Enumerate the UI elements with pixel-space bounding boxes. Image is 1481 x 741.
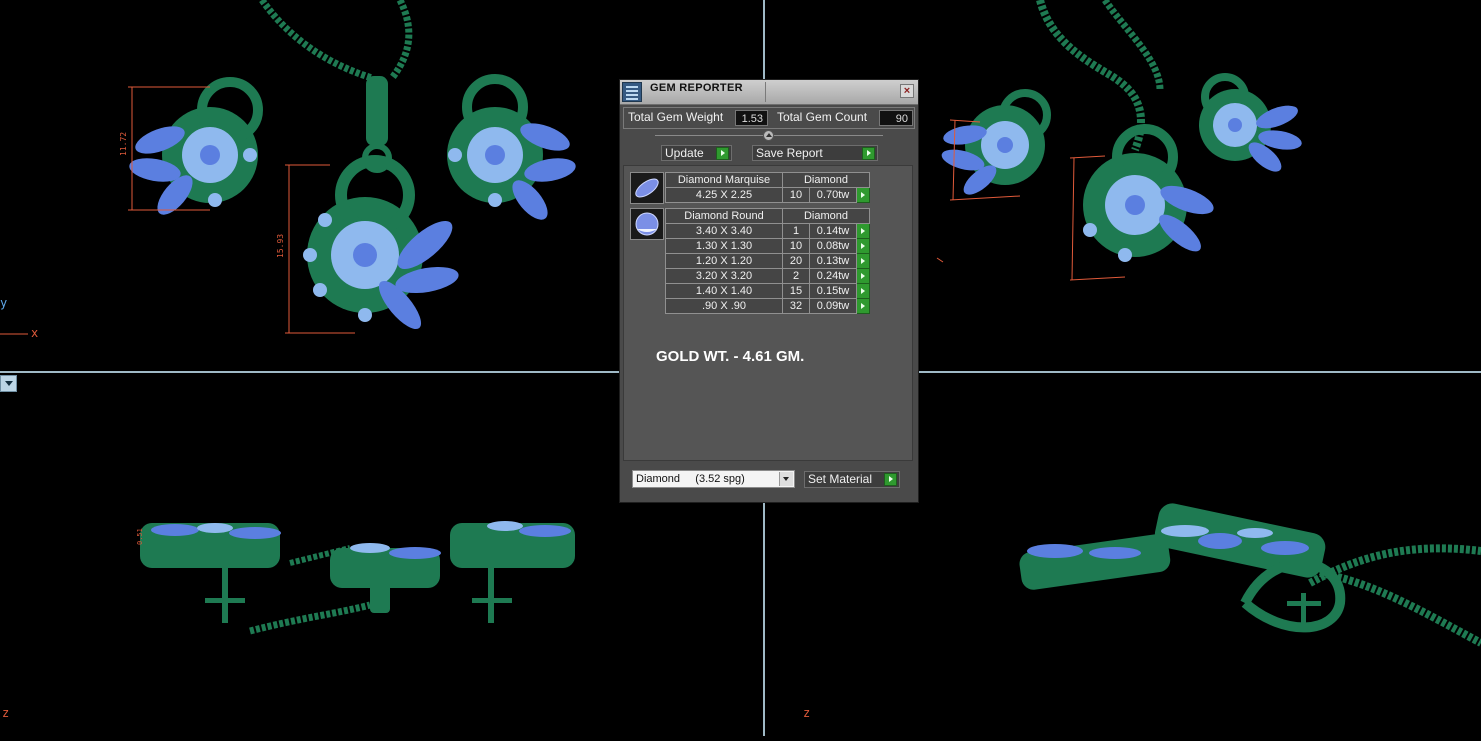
dimension-label-2: 15.93 bbox=[276, 234, 285, 258]
play-icon bbox=[861, 273, 865, 279]
table-row[interactable]: 3.20 X 3.20 2 0.24tw bbox=[665, 268, 870, 284]
gem-weight-cell: 0.24tw bbox=[809, 268, 857, 284]
row-go-button[interactable] bbox=[856, 253, 870, 269]
row-go-button[interactable] bbox=[856, 238, 870, 254]
save-report-button-label: Save Report bbox=[756, 146, 823, 160]
update-button-label: Update bbox=[665, 146, 704, 160]
table-row[interactable]: 1.20 X 1.20 20 0.13tw bbox=[665, 253, 870, 269]
row-go-button[interactable] bbox=[856, 223, 870, 239]
gem-weight-cell: 0.08tw bbox=[809, 238, 857, 254]
gem-weight-cell: 0.15tw bbox=[809, 283, 857, 299]
gem-count-cell: 10 bbox=[782, 187, 810, 203]
gem-count-cell: 2 bbox=[782, 268, 810, 284]
gem-group-table-marquise: Diamond Marquise Diamond 4.25 X 2.25 10 … bbox=[665, 172, 870, 203]
gem-size-cell: 3.20 X 3.20 bbox=[665, 268, 783, 284]
row-go-button[interactable] bbox=[856, 187, 870, 203]
collapse-toggle[interactable] bbox=[763, 130, 774, 141]
title-separator bbox=[765, 82, 766, 102]
marquise-gem-thumbnail[interactable] bbox=[630, 172, 664, 204]
chevron-down-icon bbox=[779, 472, 793, 486]
table-row[interactable]: 1.30 X 1.30 10 0.08tw bbox=[665, 238, 870, 254]
row-go-button[interactable] bbox=[856, 268, 870, 284]
table-header-row: Diamond Round Diamond bbox=[665, 208, 870, 224]
table-row[interactable]: 3.40 X 3.40 1 0.14tw bbox=[665, 223, 870, 239]
axis-x-label: x bbox=[31, 326, 39, 340]
play-icon bbox=[861, 228, 865, 234]
gem-size-cell: 4.25 X 2.25 bbox=[665, 187, 783, 203]
axis-z-label: z bbox=[2, 706, 10, 720]
gem-size-cell: 1.20 X 1.20 bbox=[665, 253, 783, 269]
axis-y-label: y bbox=[0, 296, 8, 310]
gem-size-cell: .90 X .90 bbox=[665, 298, 783, 314]
total-gem-count-value: 90 bbox=[879, 110, 913, 126]
table-row[interactable]: 4.25 X 2.25 10 0.70tw bbox=[665, 187, 870, 203]
play-icon bbox=[861, 192, 865, 198]
gem-count-cell: 15 bbox=[782, 283, 810, 299]
gem-shape-header: Diamond Marquise bbox=[665, 172, 783, 188]
gem-weight-cell: 0.13tw bbox=[809, 253, 857, 269]
table-header-row: Diamond Marquise Diamond bbox=[665, 172, 870, 188]
total-gem-weight-label: Total Gem Weight bbox=[628, 110, 724, 124]
update-button[interactable]: Update bbox=[661, 145, 732, 161]
gem-report-panel: Diamond Marquise Diamond 4.25 X 2.25 10 … bbox=[623, 165, 913, 461]
set-material-button-label: Set Material bbox=[808, 472, 873, 486]
close-button[interactable]: × bbox=[900, 84, 914, 98]
gem-group-table-round: Diamond Round Diamond 3.40 X 3.40 1 0.14… bbox=[665, 208, 870, 314]
round-gem-thumbnail[interactable] bbox=[630, 208, 664, 240]
save-report-button[interactable]: Save Report bbox=[752, 145, 878, 161]
row-go-button[interactable] bbox=[856, 298, 870, 314]
row-go-button[interactable] bbox=[856, 283, 870, 299]
material-select[interactable]: Diamond (3.52 spg) bbox=[632, 470, 795, 488]
gem-count-cell: 32 bbox=[782, 298, 810, 314]
play-icon bbox=[861, 288, 865, 294]
chevron-up-icon bbox=[766, 133, 772, 137]
table-row[interactable]: 1.40 X 1.40 15 0.15tw bbox=[665, 283, 870, 299]
gem-material-header: Diamond bbox=[782, 172, 870, 188]
gem-size-cell: 3.40 X 3.40 bbox=[665, 223, 783, 239]
total-gem-weight-value: 1.53 bbox=[735, 110, 768, 126]
gem-weight-cell: 0.09tw bbox=[809, 298, 857, 314]
gem-material-header: Diamond bbox=[782, 208, 870, 224]
material-select-value: Diamond (3.52 spg) bbox=[636, 473, 745, 485]
gold-weight-note: GOLD WT. - 4.61 GM. bbox=[656, 348, 805, 365]
total-gem-count-label: Total Gem Count bbox=[777, 110, 868, 124]
play-icon bbox=[716, 147, 729, 160]
gem-count-cell: 1 bbox=[782, 223, 810, 239]
play-icon bbox=[884, 473, 897, 486]
chevron-down-icon bbox=[5, 381, 13, 386]
gem-count-cell: 20 bbox=[782, 253, 810, 269]
set-material-button[interactable]: Set Material bbox=[804, 471, 900, 488]
play-icon bbox=[861, 303, 865, 309]
gem-weight-cell: 0.14tw bbox=[809, 223, 857, 239]
play-icon bbox=[861, 258, 865, 264]
dimension-label-1: 11.72 bbox=[119, 132, 128, 156]
play-icon bbox=[862, 147, 875, 160]
gem-shape-header: Diamond Round bbox=[665, 208, 783, 224]
gem-size-cell: 1.30 X 1.30 bbox=[665, 238, 783, 254]
play-icon bbox=[861, 243, 865, 249]
axis-z-label-right: z bbox=[803, 706, 811, 720]
dialog-titlebar[interactable]: GEM REPORTER × bbox=[620, 80, 918, 105]
dimension-label-3: 0.51 bbox=[136, 528, 144, 545]
close-icon: × bbox=[903, 85, 911, 97]
gem-reporter-icon bbox=[622, 82, 642, 102]
table-row[interactable]: .90 X .90 32 0.09tw bbox=[665, 298, 870, 314]
gem-weight-cell: 0.70tw bbox=[809, 187, 857, 203]
viewport-menu-dropdown[interactable] bbox=[0, 375, 17, 392]
gem-reporter-dialog: GEM REPORTER × Total Gem Weight 1.53 Tot… bbox=[619, 79, 919, 503]
dialog-title: GEM REPORTER bbox=[650, 82, 743, 94]
gem-count-cell: 10 bbox=[782, 238, 810, 254]
gem-size-cell: 1.40 X 1.40 bbox=[665, 283, 783, 299]
